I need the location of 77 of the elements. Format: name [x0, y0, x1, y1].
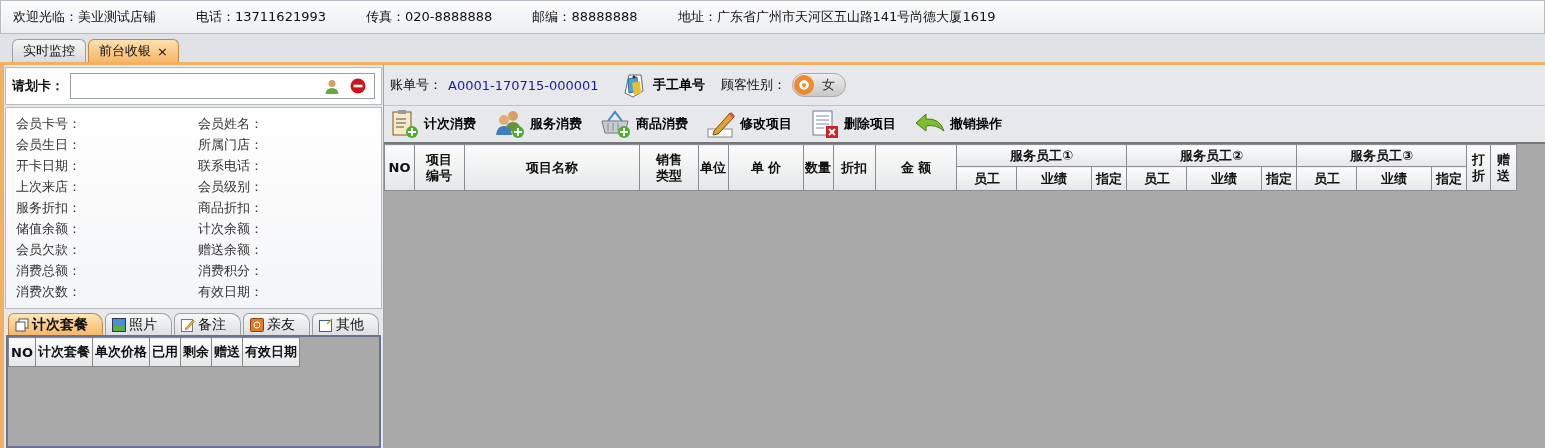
- member-field-label: 计次余额：: [198, 220, 264, 238]
- member-field-label: 会员卡号：: [16, 115, 82, 133]
- member-field-label: 开卡日期：: [16, 157, 82, 175]
- column-header: 单位: [698, 144, 729, 191]
- member-field-label: 赠送余额：: [198, 241, 264, 259]
- side-tab[interactable]: 照片: [105, 313, 172, 335]
- pencil-note-icon: [181, 317, 195, 332]
- column-group-header: 服务员工②: [1126, 144, 1297, 167]
- member-field-label: 消费积分：: [198, 262, 264, 280]
- info-text: 电话：13711621993: [196, 8, 326, 26]
- member-field-label: 会员级别：: [198, 178, 264, 196]
- manual-number-button[interactable]: 手工单号: [652, 76, 705, 94]
- member-field-label: 有效日期：: [198, 283, 264, 301]
- document-delete-icon: [810, 109, 840, 139]
- column-header: 项目编号: [414, 144, 465, 191]
- column-header: NO: [8, 337, 36, 367]
- remove-icon[interactable]: [350, 78, 366, 94]
- column-header: 赠送: [1490, 144, 1517, 191]
- column-header: 已用: [149, 337, 181, 367]
- member-field-label: 消费次数：: [16, 283, 82, 301]
- column-header: 打折: [1466, 144, 1491, 191]
- column-header: 金 额: [875, 144, 957, 191]
- side-tab[interactable]: 其他: [312, 313, 379, 335]
- page-tab[interactable]: 前台收银 ×: [88, 39, 179, 62]
- info-text: 传真：020-8888888: [366, 8, 493, 26]
- toolbar-button[interactable]: 服务消费: [494, 109, 582, 139]
- basket-add-icon: [600, 109, 632, 139]
- column-header: 计次套餐: [35, 337, 93, 367]
- column-header: 项目名称: [464, 144, 640, 191]
- info-text: 地址：广东省广州市天河区五山路141号尚德大厦1619: [677, 8, 996, 26]
- column-header: 折扣: [833, 144, 876, 191]
- gender-toggle[interactable]: 女: [791, 73, 846, 97]
- page-tab[interactable]: 实时监控: [12, 39, 86, 62]
- column-header: 有效日期: [242, 337, 300, 367]
- bill-number-label: 账单号：: [390, 76, 442, 94]
- column-header: 单 价: [728, 144, 804, 191]
- people-add-icon: [494, 109, 526, 139]
- window-icon: [319, 317, 333, 332]
- column-header: 数量: [803, 144, 834, 191]
- member-field-label: 上次来店：: [16, 178, 82, 196]
- toolbar-button[interactable]: 计次消费: [390, 109, 476, 139]
- info-text: 邮编：88888888: [532, 8, 638, 26]
- column-header: 赠送: [211, 337, 243, 367]
- member-field-label: 商品折扣：: [198, 199, 264, 217]
- clipboard-add-icon: [390, 109, 420, 139]
- member-field-label: 会员姓名：: [198, 115, 264, 133]
- column-group-header: 服务员工③: [1296, 144, 1467, 167]
- member-field-label: 所属门店：: [198, 136, 264, 154]
- toolbar-button[interactable]: 撤销操作: [914, 111, 1002, 137]
- member-field-label: 联系电话：: [198, 157, 264, 175]
- member-field-label: 会员欠款：: [16, 241, 82, 259]
- close-icon[interactable]: ×: [157, 43, 168, 59]
- side-tab[interactable]: 计次套餐: [8, 313, 103, 335]
- column-header: NO: [384, 144, 415, 191]
- pages-icon: [15, 317, 29, 332]
- address-book-icon: [250, 317, 264, 332]
- toolbar-button[interactable]: 删除项目: [810, 109, 896, 139]
- column-group-header: 服务员工①: [956, 144, 1127, 167]
- column-header: 剩余: [180, 337, 212, 367]
- card-label: 请划卡：: [12, 77, 64, 95]
- card-input-field[interactable]: [70, 73, 375, 99]
- bill-number: A0001-170715-000001: [448, 77, 599, 93]
- pencil-icon: [706, 109, 736, 139]
- member-field-label: 储值余额：: [16, 220, 82, 238]
- side-tab[interactable]: 亲友: [243, 313, 310, 335]
- person-icon[interactable]: [324, 78, 340, 94]
- member-field-label: 服务折扣：: [16, 199, 82, 217]
- photo-icon: [112, 317, 126, 332]
- column-header: 单次价格: [92, 337, 150, 367]
- member-field-label: 会员生日：: [16, 136, 82, 154]
- side-tab[interactable]: 备注: [174, 313, 241, 335]
- toolbar-button[interactable]: 商品消费: [600, 109, 688, 139]
- info-text: 欢迎光临：美业测试店铺: [13, 8, 156, 26]
- column-header: 销售类型: [639, 144, 699, 191]
- member-field-label: 消费总额：: [16, 262, 82, 280]
- gender-label: 顾客性别：: [720, 76, 786, 94]
- toolbar-button[interactable]: 修改项目: [706, 109, 792, 139]
